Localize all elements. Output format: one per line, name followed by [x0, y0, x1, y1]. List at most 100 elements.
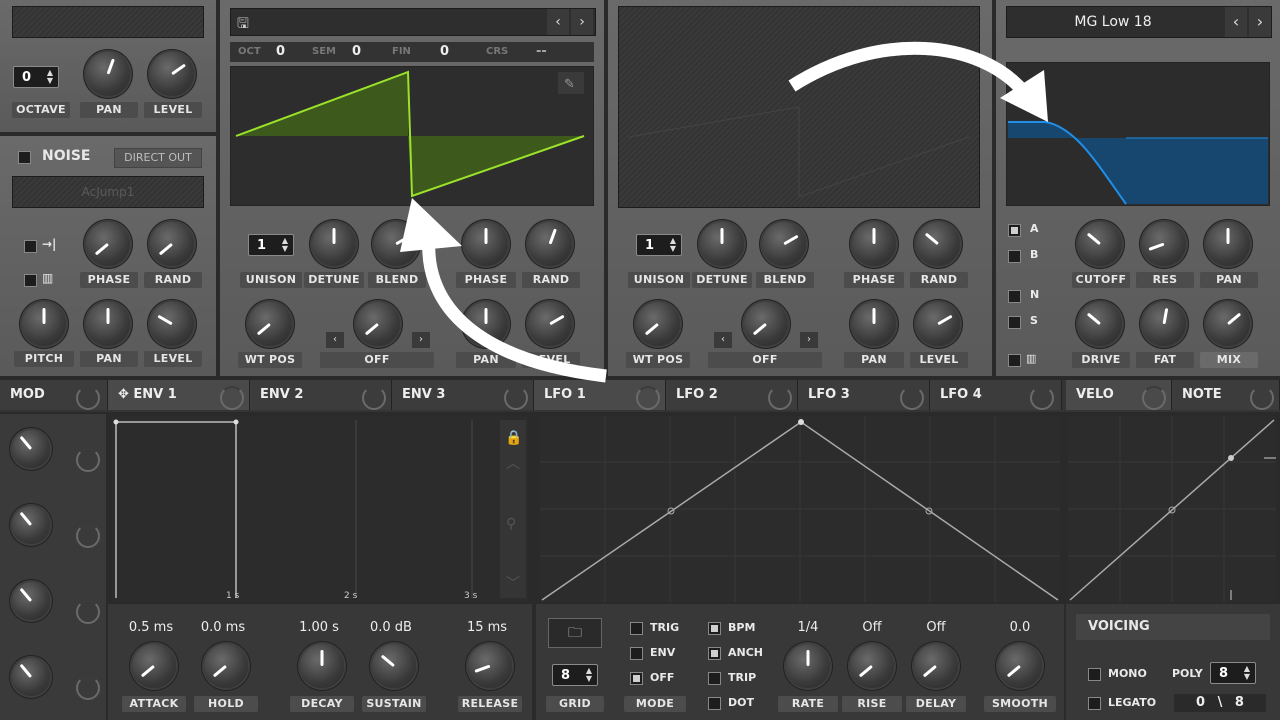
octave-spinner[interactable]: 0 ▲ ▼ — [13, 66, 59, 88]
prev-wavetable-button[interactable]: ‹ — [547, 9, 569, 35]
mix-knob[interactable] — [1206, 302, 1250, 346]
macro-4-knob[interactable] — [12, 658, 50, 696]
rate-knob[interactable] — [786, 644, 830, 688]
mono-checkbox[interactable] — [1088, 668, 1101, 681]
filter-route-n-checkbox[interactable] — [1008, 290, 1021, 303]
noise-toggle[interactable] — [18, 151, 31, 164]
keytrack-toggle[interactable] — [24, 274, 37, 287]
detune-knob-b[interactable] — [700, 222, 744, 266]
dot-checkbox[interactable] — [708, 697, 721, 710]
pan-knob[interactable] — [86, 52, 130, 96]
smooth-knob[interactable] — [998, 644, 1042, 688]
warp-mode-label[interactable]: OFF — [320, 352, 434, 368]
velo-assign-icon[interactable] — [1142, 386, 1166, 410]
cutoff-knob[interactable] — [1078, 222, 1122, 266]
filter-route-b-checkbox[interactable] — [1008, 250, 1021, 263]
level-knob-b[interactable] — [916, 302, 960, 346]
noise-preset-display[interactable]: AcJump1 — [12, 176, 204, 208]
poly-spinner[interactable]: 8 ▲ ▼ — [1210, 662, 1256, 684]
grid-spinner[interactable]: 8 ▲ ▼ — [552, 664, 598, 686]
macro-1-knob[interactable] — [12, 430, 50, 468]
unison-spinner-b[interactable]: 1 ▲ ▼ — [636, 234, 682, 256]
anch-checkbox[interactable] — [708, 647, 721, 660]
warp-knob[interactable] — [356, 302, 400, 346]
direct-out-button[interactable]: DIRECT OUT — [114, 148, 202, 168]
wt-pos-knob-b[interactable] — [636, 302, 680, 346]
lock-icon[interactable]: 🔒 — [505, 430, 522, 446]
attack-knob[interactable] — [132, 644, 176, 688]
unison-spinner[interactable]: 1 ▲ ▼ — [248, 234, 294, 256]
env1-assign-icon[interactable] — [220, 386, 244, 410]
lfo4-assign-icon[interactable] — [1030, 386, 1054, 410]
trip-checkbox[interactable] — [708, 672, 721, 685]
blend-knob[interactable] — [374, 222, 418, 266]
env2-assign-icon[interactable] — [362, 386, 386, 410]
chevron-up-icon[interactable]: ︿ — [506, 456, 520, 472]
macro-4-assign-icon[interactable] — [76, 676, 100, 700]
chevron-down-icon[interactable]: ﹀ — [506, 576, 520, 592]
pitch-knob[interactable] — [22, 302, 66, 346]
retrigger-toggle[interactable] — [24, 240, 37, 253]
macro-2-knob[interactable] — [12, 506, 50, 544]
lfo2-assign-icon[interactable] — [768, 386, 792, 410]
warp-prev-button-b[interactable]: ‹ — [714, 332, 732, 348]
detune-knob[interactable] — [312, 222, 356, 266]
macro-3-knob[interactable] — [12, 582, 50, 620]
mod-assign-icon[interactable] — [76, 386, 100, 410]
noise-pan-knob[interactable] — [86, 302, 130, 346]
rand-knob[interactable] — [528, 222, 572, 266]
filter-route-s-checkbox[interactable] — [1008, 316, 1021, 329]
next-filter-button[interactable]: › — [1249, 7, 1271, 37]
fin-value[interactable]: 0 — [440, 44, 449, 59]
warp-next-button-b[interactable]: › — [800, 332, 818, 348]
filter-keytrack-checkbox[interactable] — [1008, 354, 1021, 367]
phase-knob[interactable] — [464, 222, 508, 266]
res-knob[interactable] — [1142, 222, 1186, 266]
pan-knob-b[interactable] — [852, 302, 896, 346]
macro-3-assign-icon[interactable] — [76, 600, 100, 624]
sem-value[interactable]: 0 — [352, 44, 361, 59]
envelope-graph[interactable]: 1 s 2 s 3 s 🔒 ︿ ⚲ ﹀ — [112, 416, 528, 602]
warp-knob-b[interactable] — [744, 302, 788, 346]
wt-pos-knob[interactable] — [248, 302, 292, 346]
rise-knob[interactable] — [850, 644, 894, 688]
release-knob[interactable] — [468, 644, 512, 688]
lfo-peak-point[interactable] — [798, 419, 804, 425]
wavetable-display[interactable]: ✎ — [230, 66, 594, 206]
zoom-icon[interactable]: ⚲ — [506, 516, 516, 532]
velocity-graph[interactable] — [1068, 416, 1276, 602]
decay-knob[interactable] — [300, 644, 344, 688]
note-assign-icon[interactable] — [1250, 386, 1274, 410]
prev-filter-button[interactable]: ‹ — [1225, 7, 1247, 37]
crs-value[interactable]: -- — [536, 44, 547, 59]
off-checkbox[interactable] — [630, 672, 643, 685]
level-knob[interactable] — [150, 52, 194, 96]
lfo-graph[interactable] — [540, 416, 1060, 602]
legato-checkbox[interactable] — [1088, 697, 1101, 710]
drive-knob[interactable] — [1078, 302, 1122, 346]
macro-1-assign-icon[interactable] — [76, 448, 100, 472]
oct-value[interactable]: 0 — [276, 44, 285, 59]
level-knob-a[interactable] — [528, 302, 572, 346]
noise-phase-knob[interactable] — [86, 222, 130, 266]
save-icon[interactable]: 🖫 — [237, 13, 249, 37]
warp-prev-button[interactable]: ‹ — [326, 332, 344, 348]
lfo3-assign-icon[interactable] — [900, 386, 924, 410]
noise-rand-knob[interactable] — [150, 222, 194, 266]
blend-knob-b[interactable] — [762, 222, 806, 266]
fat-knob[interactable] — [1142, 302, 1186, 346]
macro-2-assign-icon[interactable] — [76, 524, 100, 548]
next-wavetable-button[interactable]: › — [571, 9, 593, 35]
sustain-knob[interactable] — [372, 644, 416, 688]
noise-level-knob[interactable] — [150, 302, 194, 346]
warp-next-button[interactable]: › — [412, 332, 430, 348]
phase-knob-b[interactable] — [852, 222, 896, 266]
rand-knob-b[interactable] — [916, 222, 960, 266]
bpm-checkbox[interactable] — [708, 622, 721, 635]
warp-mode-label-b[interactable]: OFF — [708, 352, 822, 368]
env3-assign-icon[interactable] — [504, 386, 528, 410]
lfo-preset-folder-button[interactable]: 🗀 — [548, 618, 602, 648]
filter-response-display[interactable] — [1006, 62, 1270, 206]
filter-preset-bar[interactable]: MG Low 18 ‹ › — [1006, 6, 1272, 38]
trig-checkbox[interactable] — [630, 622, 643, 635]
